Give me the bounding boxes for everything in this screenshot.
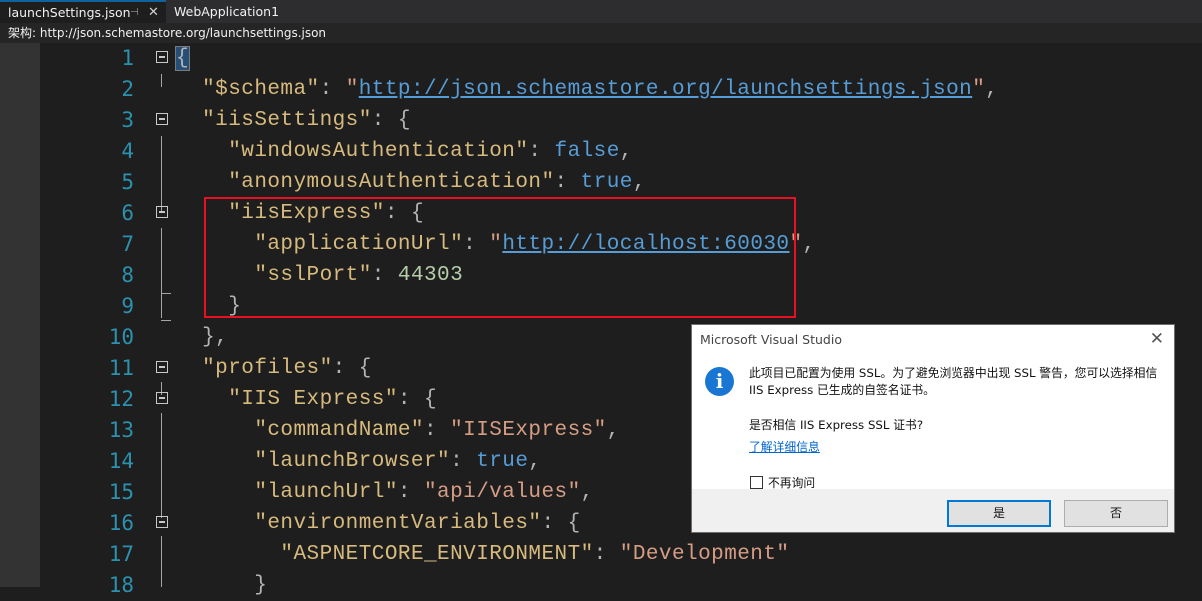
- highlight-box: [204, 197, 796, 318]
- dont-ask-again-checkbox[interactable]: [750, 476, 763, 489]
- learn-more-link[interactable]: 了解详细信息: [749, 438, 820, 455]
- line-number: 15: [108, 480, 134, 504]
- dialog-message-line: 此项目已配置为使用 SSL。为了避免浏览器中出现 SSL 警告，您可以选择相信: [749, 366, 1158, 380]
- code-text: }: [176, 574, 268, 597]
- collapse-icon[interactable]: [156, 113, 168, 125]
- json-value: "api/values": [424, 481, 581, 504]
- code-text: "profiles": {: [202, 357, 372, 380]
- code-line: 2 "$schema": "http://json.schemastore.or…: [0, 74, 1202, 105]
- json-value: false: [554, 140, 620, 163]
- line-number: 10: [108, 325, 134, 349]
- line-number: 8: [121, 263, 134, 287]
- json-key: "environmentVariables": [254, 512, 542, 535]
- json-value: true: [580, 171, 633, 194]
- pin-icon[interactable]: ⊣: [130, 2, 139, 23]
- tab-webapplication1[interactable]: WebApplication1: [166, 0, 306, 23]
- line-number: 4: [121, 139, 134, 163]
- line-number: 7: [121, 232, 134, 256]
- tab-launchsettings-json[interactable]: launchSettings.json ⊣ ✕: [0, 0, 166, 23]
- schema-bar: 架构: http://json.schemastore.org/launchse…: [0, 23, 1202, 43]
- json-key: "anonymousAuthentication": [228, 171, 555, 194]
- collapse-icon[interactable]: [156, 516, 168, 528]
- close-icon[interactable]: ✕: [1150, 329, 1164, 349]
- code-text: "iisSettings": {: [202, 109, 411, 132]
- dialog-title-bar: Microsoft Visual Studio ✕: [692, 325, 1174, 355]
- code-line: 4 "windowsAuthentication": false,: [0, 136, 1202, 167]
- code-line: 18 }: [0, 570, 1202, 601]
- code-line: 17 "ASPNETCORE_ENVIRONMENT": "Developmen…: [0, 539, 1202, 570]
- dialog-message: 此项目已配置为使用 SSL。为了避免浏览器中出现 SSL 警告，您可以选择相信 …: [749, 365, 1169, 399]
- yes-button[interactable]: 是: [947, 500, 1051, 527]
- code-line: 3 "iisSettings": {: [0, 105, 1202, 136]
- line-number: 14: [108, 449, 134, 473]
- json-value: "Development": [619, 543, 790, 566]
- json-key: "ASPNETCORE_ENVIRONMENT": [280, 543, 594, 566]
- json-key: "IIS Express": [228, 388, 398, 411]
- no-button[interactable]: 否: [1064, 500, 1168, 527]
- code-text: "launchBrowser": true,: [254, 450, 542, 473]
- collapse-icon[interactable]: [156, 361, 168, 373]
- code-text: "ASPNETCORE_ENVIRONMENT": "Development": [280, 543, 790, 566]
- tab-label: WebApplication1: [174, 4, 280, 19]
- dialog-body: i 此项目已配置为使用 SSL。为了避免浏览器中出现 SSL 警告，您可以选择相…: [692, 355, 1174, 491]
- code-text: "windowsAuthentication": false,: [228, 140, 633, 163]
- line-number: 13: [108, 418, 134, 442]
- line-number: 9: [121, 294, 134, 318]
- line-number: 6: [121, 201, 134, 225]
- line-number: 3: [121, 108, 134, 132]
- line-number: 12: [108, 387, 134, 411]
- line-number: 18: [108, 573, 134, 597]
- code-text: "IIS Express": {: [228, 388, 438, 411]
- info-icon: i: [705, 367, 734, 396]
- line-number: 17: [108, 542, 134, 566]
- code-text: "environmentVariables": {: [254, 512, 581, 535]
- dialog-title: Microsoft Visual Studio: [700, 332, 842, 347]
- json-key: "iisSettings": [202, 109, 372, 132]
- ssl-trust-dialog: Microsoft Visual Studio ✕ i 此项目已配置为使用 SS…: [691, 324, 1175, 533]
- code-text: "anonymousAuthentication": true,: [228, 171, 646, 194]
- json-key: "profiles": [202, 357, 333, 380]
- document-tab-bar: launchSettings.json ⊣ ✕ WebApplication1: [0, 0, 1202, 24]
- dialog-message-line: IIS Express 已生成的自签名证书。: [749, 383, 935, 397]
- code-line: 1 {: [0, 43, 1202, 74]
- code-text: "$schema": "http://json.schemastore.org/…: [202, 78, 999, 101]
- code-text: {: [174, 46, 191, 71]
- json-key: "launchBrowser": [254, 450, 451, 473]
- line-number: 5: [121, 170, 134, 194]
- json-key: "launchUrl": [254, 481, 398, 504]
- code-text: },: [176, 326, 229, 349]
- checkbox-label[interactable]: 不再询问: [768, 474, 815, 491]
- collapse-icon[interactable]: [156, 392, 168, 404]
- json-value: true: [476, 450, 529, 473]
- line-number: 11: [108, 356, 134, 380]
- line-number: 1: [121, 46, 134, 70]
- code-text: "launchUrl": "api/values",: [254, 481, 594, 504]
- close-icon[interactable]: ✕: [148, 2, 159, 23]
- line-number: 16: [108, 511, 134, 535]
- schema-url-link[interactable]: http://json.schemastore.org/launchsettin…: [359, 78, 972, 101]
- tab-label: launchSettings.json: [8, 5, 131, 20]
- code-line: 5 "anonymousAuthentication": true,: [0, 167, 1202, 198]
- collapse-icon[interactable]: [156, 51, 168, 63]
- json-key: "$schema": [202, 78, 320, 101]
- json-key: "windowsAuthentication": [228, 140, 529, 163]
- json-value: "IISExpress": [450, 419, 607, 442]
- schema-text: 架构: http://json.schemastore.org/launchse…: [8, 26, 327, 40]
- line-number: 2: [121, 77, 134, 101]
- collapse-icon[interactable]: [156, 206, 168, 218]
- json-key: "commandName": [254, 419, 424, 442]
- code-text: "commandName": "IISExpress",: [254, 419, 620, 442]
- dialog-question: 是否相信 IIS Express SSL 证书?: [749, 418, 924, 432]
